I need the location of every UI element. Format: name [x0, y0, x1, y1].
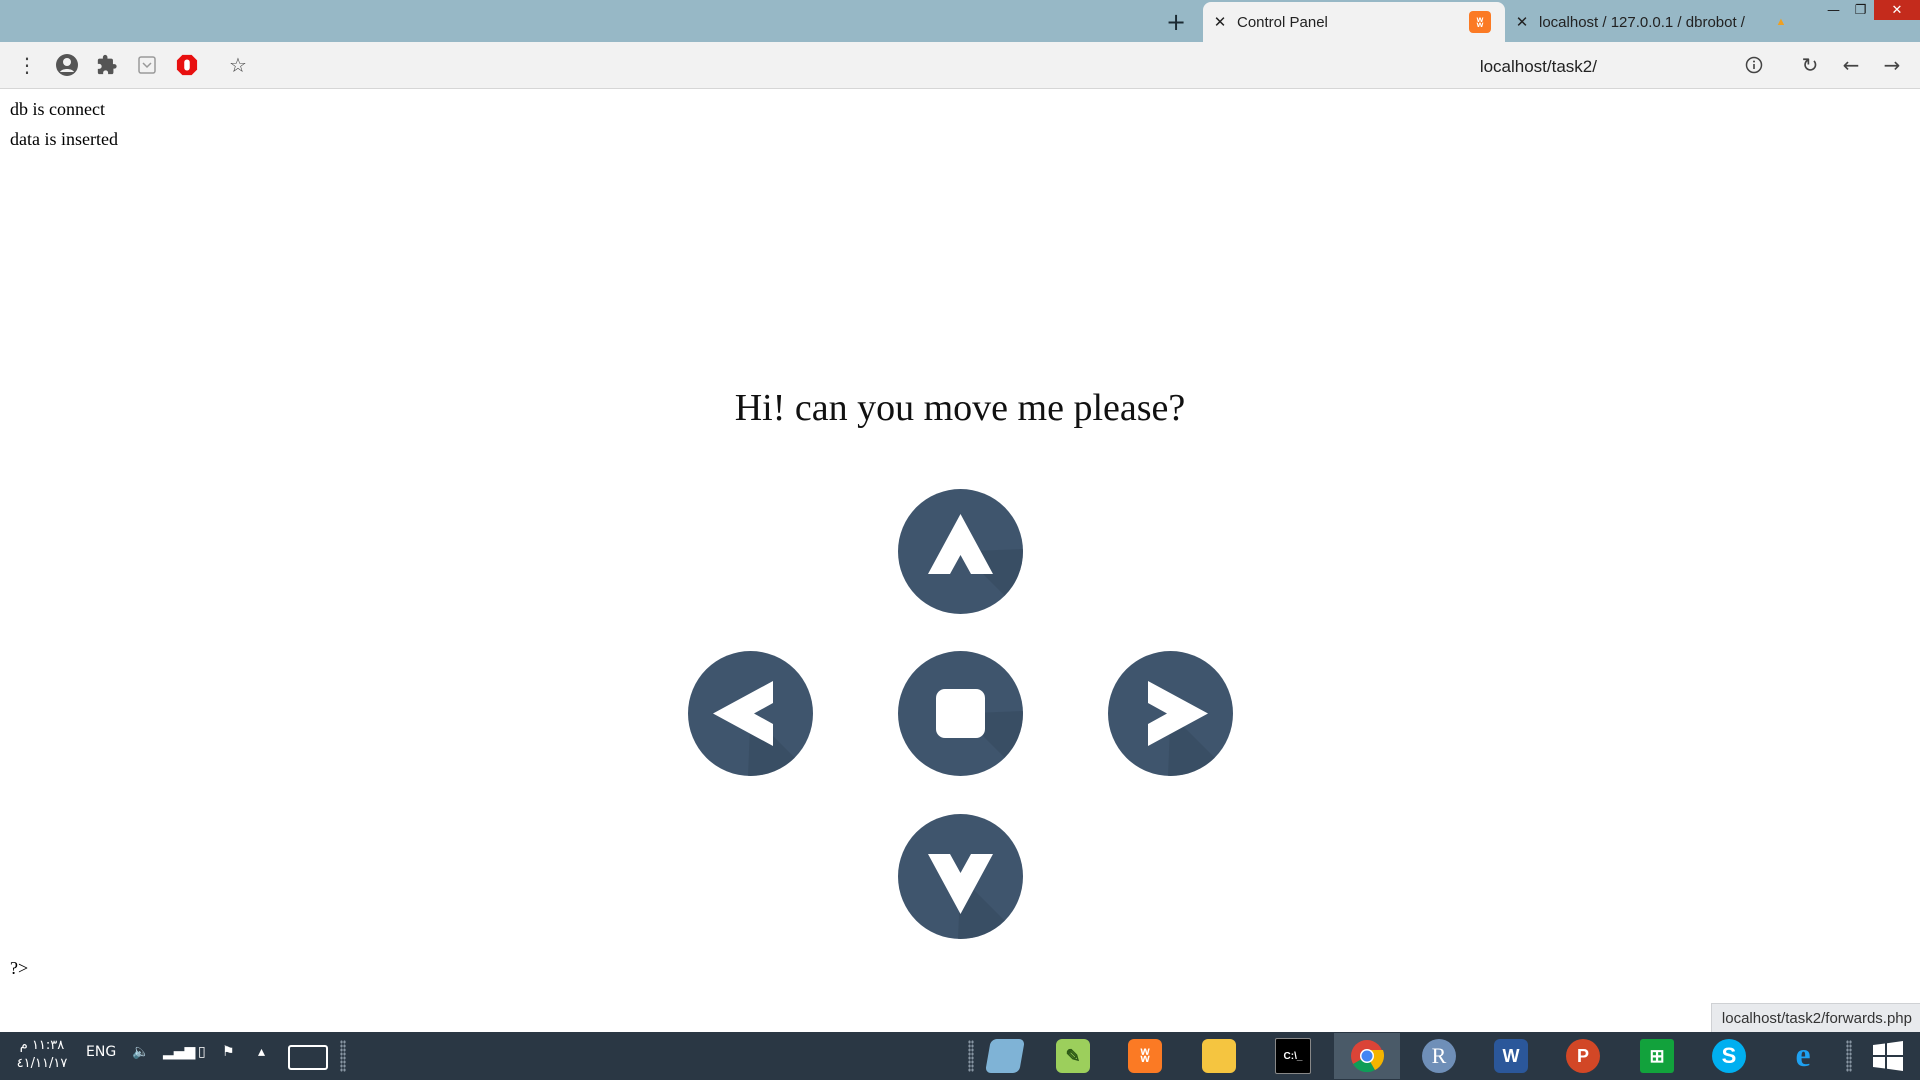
maximize-button[interactable]: ❐: [1847, 0, 1874, 20]
word-app[interactable]: W: [1478, 1033, 1544, 1079]
folder-icon: [1202, 1039, 1236, 1073]
right-button[interactable]: [1108, 651, 1233, 776]
tab-control-panel[interactable]: ✕ Control Panel ʬ: [1203, 2, 1505, 42]
r-icon: R: [1422, 1039, 1456, 1073]
store-app[interactable]: ⊞: [1624, 1033, 1690, 1079]
window-controls: — ❐ ✕: [1820, 0, 1920, 20]
powerpoint-app[interactable]: P: [1550, 1033, 1616, 1079]
language-indicator[interactable]: ENG: [86, 1044, 116, 1060]
status-url-tooltip: localhost/task2/forwards.php: [1710, 1003, 1920, 1033]
skype-app[interactable]: S: [1696, 1033, 1762, 1079]
notepad-app[interactable]: [972, 1033, 1038, 1079]
word-icon: W: [1494, 1039, 1528, 1073]
back-icon[interactable]: ←: [1838, 52, 1864, 78]
notepad-icon: [985, 1039, 1025, 1073]
internet-explorer-app[interactable]: e: [1770, 1033, 1836, 1079]
backward-button[interactable]: [898, 814, 1023, 939]
stop-button[interactable]: [898, 651, 1023, 776]
taskbar-grip: [1846, 1040, 1852, 1072]
chrome-icon: [1351, 1040, 1384, 1073]
notepad-plus-app[interactable]: ✎: [1040, 1033, 1106, 1079]
tab-phpmyadmin[interactable]: ✕ localhost / 127.0.0.1 / dbrobot / ▲: [1505, 2, 1795, 42]
forward-button[interactable]: [898, 489, 1023, 614]
arrow-up-icon: [928, 514, 1023, 614]
touch-keyboard-icon[interactable]: [288, 1045, 328, 1070]
php-closing-tag-text: ?>: [10, 958, 29, 978]
arrow-right-icon: [1148, 681, 1233, 776]
address-bar[interactable]: ☆ localhost/task2/: [217, 46, 1777, 84]
cmd-app[interactable]: C:\_: [1260, 1033, 1326, 1079]
extensions-icon[interactable]: [94, 52, 120, 78]
tab-title: Control Panel: [1237, 13, 1328, 31]
terminal-icon: C:\_: [1275, 1038, 1311, 1074]
menu-icon[interactable]: ⋮: [14, 52, 40, 78]
reload-icon[interactable]: ↻: [1797, 52, 1823, 78]
tab-strip: + ✕ Control Panel ʬ ✕ localhost / 127.0.…: [0, 0, 1920, 42]
phpmyadmin-icon: ▲: [1775, 16, 1787, 28]
xampp-icon: ʬ: [1469, 11, 1491, 33]
db-status-text: db is connect: [10, 99, 105, 119]
clock[interactable]: ١١:٣٨ م ٤١/١١/١٧: [14, 1037, 70, 1073]
new-tab-button[interactable]: +: [1163, 8, 1189, 36]
xampp-app[interactable]: ʬ: [1112, 1033, 1178, 1079]
left-button[interactable]: [688, 651, 813, 776]
url-text[interactable]: localhost/task2/: [1480, 57, 1597, 77]
internet-explorer-icon: e: [1795, 1037, 1811, 1074]
browser-toolbar: ⋮ ☆ localhost/task2/ ↻ ← →: [0, 42, 1920, 89]
windows-taskbar: ١١:٣٨ م ٤١/١١/١٧ ENG 🔈 ▂▄▆ ▯ ⚑ ▴ ✎ ʬ C:\…: [0, 1032, 1920, 1080]
arrow-left-icon: [713, 681, 813, 776]
flag-icon[interactable]: ⚑: [222, 1044, 235, 1060]
show-hidden-icons-icon[interactable]: ▴: [258, 1044, 265, 1060]
close-button[interactable]: ✕: [1874, 0, 1920, 20]
powerpoint-icon: P: [1566, 1039, 1600, 1073]
arrow-down-icon: [928, 854, 1023, 939]
site-info-icon[interactable]: [1741, 52, 1767, 78]
profile-icon[interactable]: [54, 52, 80, 78]
page-heading: Hi! can you move me please?: [734, 387, 1186, 429]
tab-title: localhost / 127.0.0.1 / dbrobot /: [1539, 13, 1745, 31]
battery-icon[interactable]: ▯: [198, 1044, 206, 1060]
pocket-icon[interactable]: [134, 52, 160, 78]
skype-icon: S: [1712, 1039, 1746, 1073]
close-tab-icon[interactable]: ✕: [1203, 13, 1237, 31]
stop-icon: [936, 689, 1023, 776]
signal-icon[interactable]: ▂▄▆: [163, 1044, 195, 1060]
file-explorer-app[interactable]: [1186, 1033, 1252, 1079]
clock-date: ٤١/١١/١٧: [16, 1056, 68, 1071]
adblock-icon[interactable]: [174, 52, 200, 78]
notepad-plus-icon: ✎: [1056, 1039, 1090, 1073]
store-icon: ⊞: [1640, 1039, 1674, 1073]
clock-time: ١١:٣٨ م: [19, 1038, 65, 1053]
chrome-app[interactable]: [1334, 1033, 1400, 1079]
minimize-button[interactable]: —: [1820, 0, 1847, 20]
bookmark-star-icon[interactable]: ☆: [225, 52, 251, 78]
start-button[interactable]: [1856, 1033, 1920, 1079]
volume-icon[interactable]: 🔈: [132, 1044, 149, 1060]
xampp-icon: ʬ: [1128, 1039, 1162, 1073]
forward-icon[interactable]: →: [1879, 52, 1905, 78]
r-app[interactable]: R: [1406, 1033, 1472, 1079]
windows-icon: [1873, 1041, 1903, 1071]
close-tab-icon[interactable]: ✕: [1505, 13, 1539, 31]
insert-status-text: data is inserted: [10, 129, 118, 149]
taskbar-grip: [340, 1040, 346, 1072]
